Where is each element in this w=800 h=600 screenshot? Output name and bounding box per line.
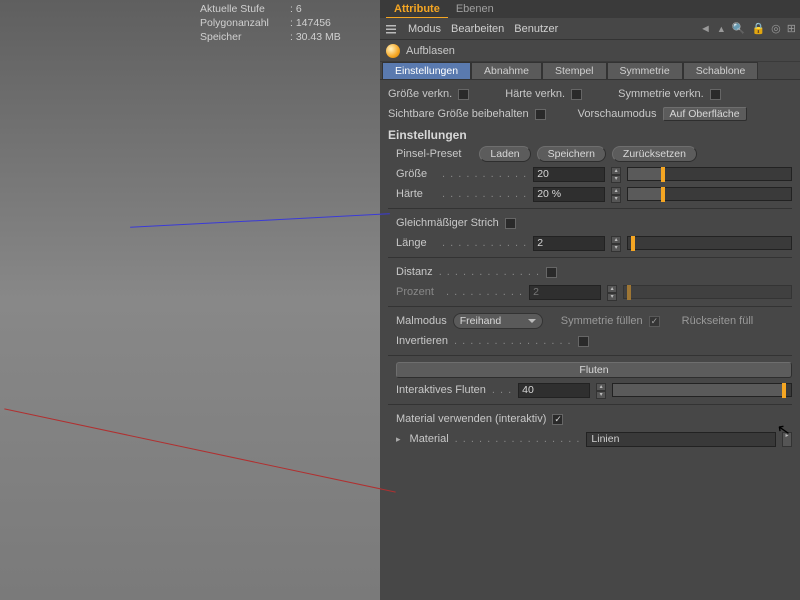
target-icon[interactable]: ◎ bbox=[771, 22, 781, 35]
viewport-stats: Aktuelle Stufe: 6 Polygonanzahl: 147456 … bbox=[200, 2, 341, 44]
label-haerte: Härte bbox=[396, 188, 436, 200]
label-invertieren: Invertieren bbox=[396, 335, 448, 347]
chk-gleichmaessiger[interactable] bbox=[505, 218, 516, 229]
chk-distanz[interactable] bbox=[546, 267, 557, 278]
label-interaktives-fluten: Interaktives Fluten bbox=[396, 384, 486, 396]
tool-subtabs: Einstellungen Abnahme Stempel Symmetrie … bbox=[380, 62, 800, 80]
material-picker-icon[interactable]: ▸ bbox=[782, 432, 792, 447]
label-vorschau: Vorschaumodus bbox=[578, 108, 657, 120]
panel-tab-bar: Attribute Ebenen bbox=[380, 0, 800, 18]
spinner-interaktives-fluten[interactable]: ▴▾ bbox=[596, 383, 606, 398]
label-gleichmaessiger: Gleichmäßiger Strich bbox=[396, 217, 499, 229]
attribute-panel: Attribute Ebenen Modus Bearbeiten Benutz… bbox=[380, 0, 800, 600]
plus-icon[interactable]: ⊞ bbox=[787, 22, 796, 35]
spinner-laenge[interactable]: ▴▾ bbox=[611, 236, 621, 251]
label-laenge: Länge bbox=[396, 237, 436, 249]
tool-name: Aufblasen bbox=[406, 45, 455, 57]
label-symmetrie-fuellen: Symmetrie füllen bbox=[561, 315, 643, 327]
spinner-groesse[interactable]: ▴▾ bbox=[611, 167, 621, 182]
label-material-verwenden: Material verwenden (interaktiv) bbox=[396, 413, 546, 425]
input-laenge[interactable]: 2 bbox=[533, 236, 605, 251]
chk-haerte-verkn[interactable] bbox=[571, 89, 582, 100]
label-groesse: Größe bbox=[396, 168, 436, 180]
slider-prozent bbox=[623, 285, 792, 299]
inflate-tool-icon bbox=[386, 44, 400, 58]
label-malmodus: Malmodus bbox=[396, 315, 447, 327]
subtab-stempel[interactable]: Stempel bbox=[542, 62, 607, 79]
menu-icon[interactable] bbox=[384, 22, 398, 36]
tab-attribute[interactable]: Attribute bbox=[386, 1, 448, 18]
btn-fluten[interactable]: Fluten bbox=[396, 362, 792, 378]
subtab-symmetrie[interactable]: Symmetrie bbox=[607, 62, 683, 79]
axis-x bbox=[4, 408, 395, 492]
expand-material-icon[interactable]: ▸ bbox=[396, 434, 401, 445]
nav-back-icon[interactable]: ◄ bbox=[700, 23, 711, 35]
label-material: Material bbox=[410, 433, 449, 445]
search-icon[interactable]: 🔍 bbox=[732, 22, 746, 35]
axis-z bbox=[130, 213, 390, 228]
chk-material-verwenden[interactable] bbox=[552, 414, 563, 425]
section-einstellungen: Einstellungen bbox=[388, 128, 792, 142]
slider-interaktives-fluten[interactable] bbox=[612, 383, 792, 397]
label-groesse-verkn: Größe verkn. bbox=[388, 88, 452, 100]
label-sichtbar: Sichtbare Größe beibehalten bbox=[388, 108, 529, 120]
btn-laden[interactable]: Laden bbox=[479, 146, 530, 162]
subtab-abnahme[interactable]: Abnahme bbox=[471, 62, 542, 79]
subtab-einstellungen[interactable]: Einstellungen bbox=[382, 62, 471, 79]
spinner-prozent: ▴▾ bbox=[607, 285, 617, 300]
label-rueckseiten: Rückseiten füll bbox=[682, 315, 754, 327]
menu-bearbeiten[interactable]: Bearbeiten bbox=[451, 23, 504, 35]
input-prozent: 2 bbox=[529, 285, 601, 300]
label-symmetrie-verkn: Symmetrie verkn. bbox=[618, 88, 704, 100]
chk-sichtbar[interactable] bbox=[535, 109, 546, 120]
btn-zuruecksetzen[interactable]: Zurücksetzen bbox=[612, 146, 697, 162]
input-interaktives-fluten[interactable]: 40 bbox=[518, 383, 590, 398]
input-groesse[interactable]: 20 bbox=[533, 167, 605, 182]
subtab-schablone[interactable]: Schablone bbox=[683, 62, 759, 79]
input-haerte[interactable]: 20 % bbox=[533, 187, 605, 202]
label-haerte-verkn: Härte verkn. bbox=[505, 88, 565, 100]
dropdown-malmodus[interactable]: Freihand bbox=[453, 313, 543, 329]
spinner-haerte[interactable]: ▴▾ bbox=[611, 187, 621, 202]
label-distanz: Distanz bbox=[396, 266, 433, 278]
slider-haerte[interactable] bbox=[627, 187, 792, 201]
label-pinsel-preset: Pinsel-Preset bbox=[396, 148, 461, 160]
btn-speichern[interactable]: Speichern bbox=[537, 146, 606, 162]
tool-header: Aufblasen bbox=[380, 40, 800, 62]
label-prozent: Prozent bbox=[396, 286, 440, 298]
settings-body: Größe verkn. Härte verkn. Symmetrie verk… bbox=[380, 80, 800, 600]
lock-icon[interactable]: 🔒 bbox=[751, 22, 765, 35]
menu-benutzer[interactable]: Benutzer bbox=[514, 23, 558, 35]
chk-invertieren[interactable] bbox=[578, 336, 589, 347]
nav-up-icon[interactable]: ▲ bbox=[717, 24, 726, 34]
tab-ebenen[interactable]: Ebenen bbox=[448, 1, 502, 17]
viewport-3d[interactable]: Aktuelle Stufe: 6 Polygonanzahl: 147456 … bbox=[0, 0, 380, 600]
chk-symmetrie-fuellen[interactable] bbox=[649, 316, 660, 327]
btn-auf-oberflaeche[interactable]: Auf Oberfläche bbox=[663, 107, 747, 121]
menu-modus[interactable]: Modus bbox=[408, 23, 441, 35]
slider-laenge[interactable] bbox=[627, 236, 792, 250]
chk-symmetrie-verkn[interactable] bbox=[710, 89, 721, 100]
panel-menubar: Modus Bearbeiten Benutzer ◄ ▲ 🔍 🔒 ◎ ⊞ bbox=[380, 18, 800, 40]
slider-groesse[interactable] bbox=[627, 167, 792, 181]
field-material[interactable]: Linien bbox=[586, 432, 776, 447]
chk-groesse-verkn[interactable] bbox=[458, 89, 469, 100]
